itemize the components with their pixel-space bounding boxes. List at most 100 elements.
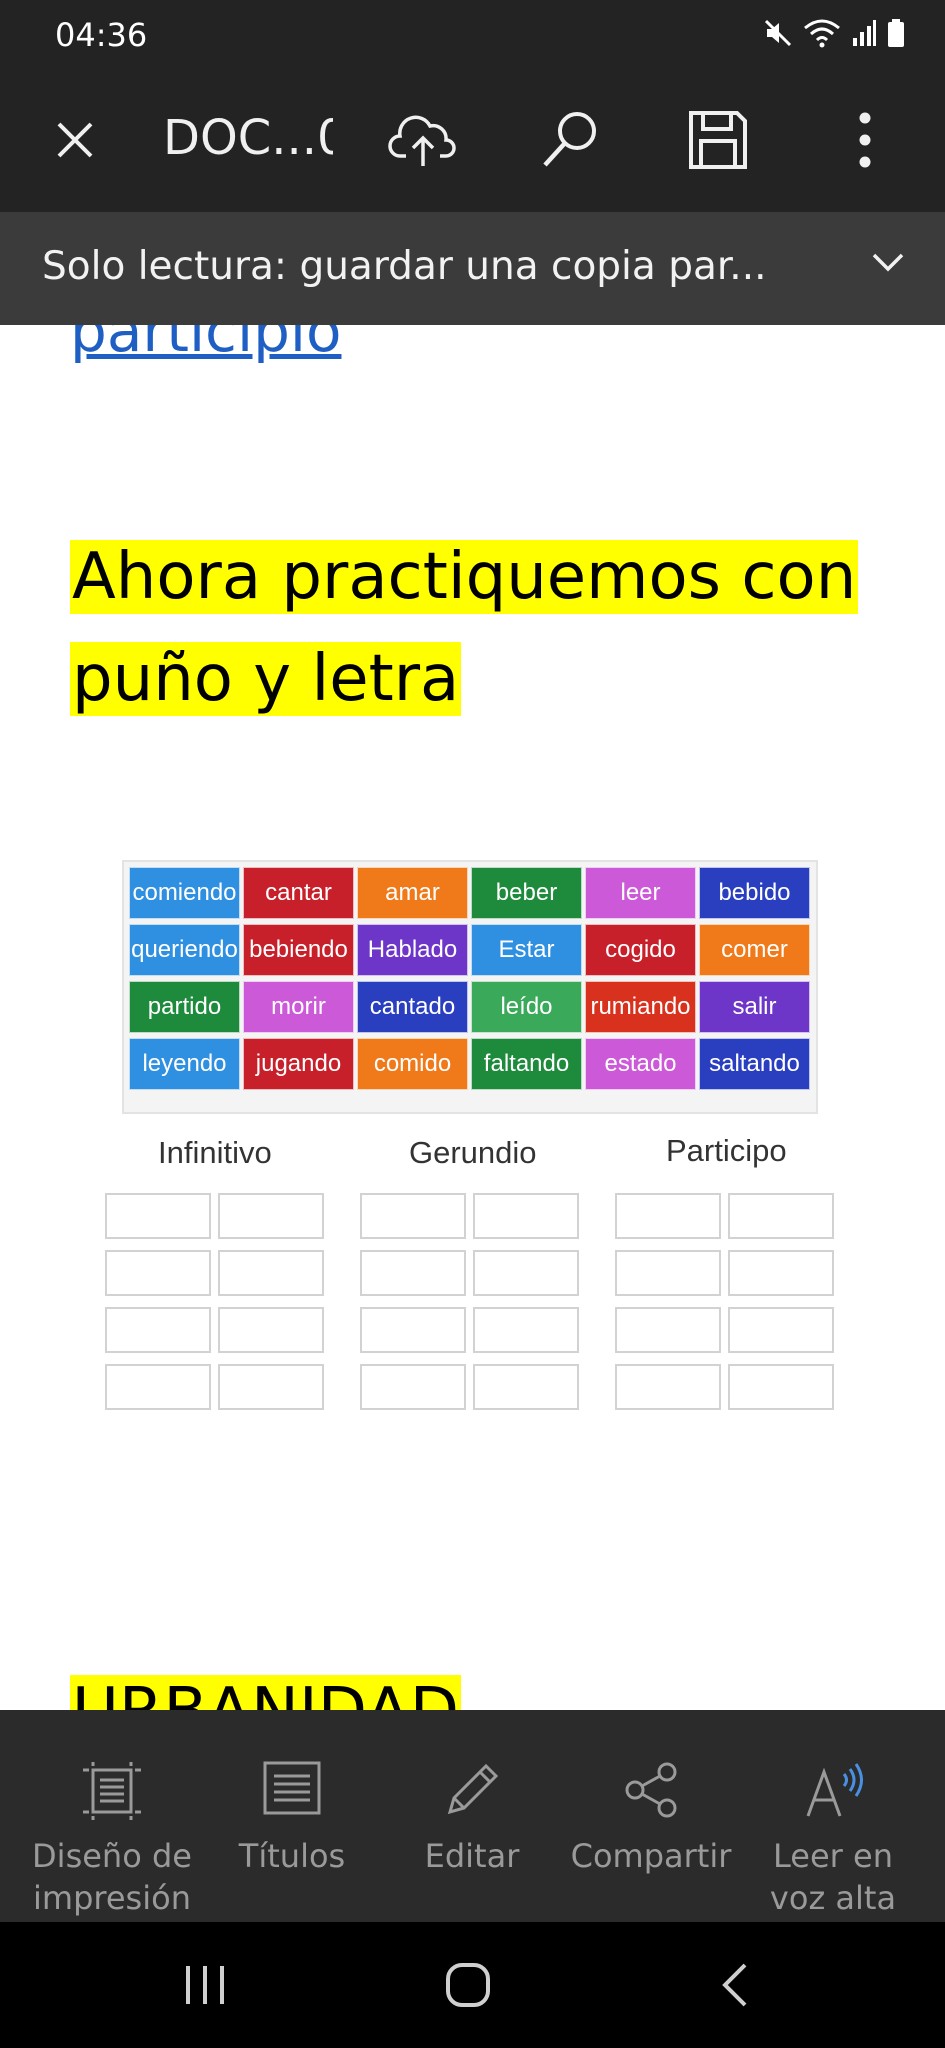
- heading-line-1: Ahora practiquemos con: [70, 540, 859, 614]
- read-only-banner[interactable]: Solo lectura: guardar una copia par...: [0, 212, 945, 325]
- document-title[interactable]: DOC...02: [163, 110, 333, 166]
- word-tile: Hablado: [357, 924, 468, 976]
- answer-box: [473, 1250, 579, 1296]
- word-tile: beber: [471, 867, 582, 919]
- word-tile: cantado: [357, 981, 468, 1033]
- system-navigation-bar: [0, 1922, 945, 2048]
- more-options-button[interactable]: [840, 105, 890, 175]
- home-button[interactable]: [443, 1960, 493, 2014]
- share-button[interactable]: Compartir: [561, 1710, 741, 1922]
- answer-box: [218, 1307, 324, 1353]
- banner-expand-button[interactable]: [871, 252, 905, 276]
- word-tile: estado: [585, 1038, 696, 1090]
- answer-box: [473, 1307, 579, 1353]
- chevron-down-icon: [872, 253, 904, 272]
- answer-box: [218, 1250, 324, 1296]
- column-header-infinitivo: Infinitivo: [158, 1135, 272, 1170]
- answer-box: [360, 1250, 466, 1296]
- home-icon: [446, 1963, 490, 2007]
- close-icon: [57, 122, 93, 158]
- edit-label: Editar: [424, 1837, 520, 1875]
- back-button[interactable]: [715, 1960, 755, 2014]
- app-toolbar: DOC...02: [0, 70, 945, 212]
- word-tile: jugando: [243, 1038, 354, 1090]
- word-tile: comer: [699, 924, 810, 976]
- word-tile: comiendo: [129, 867, 240, 919]
- word-tile: bebiendo: [243, 924, 354, 976]
- save-button[interactable]: [680, 105, 755, 175]
- answer-box: [615, 1250, 721, 1296]
- signal-icon: [853, 20, 876, 46]
- recents-button[interactable]: [180, 1960, 230, 2014]
- answer-box: [615, 1364, 721, 1410]
- document-canvas[interactable]: participio Ahora practiquemos con puño y…: [0, 325, 945, 1710]
- word-tile: salir: [699, 981, 810, 1033]
- word-tile: faltando: [471, 1038, 582, 1090]
- answer-box: [105, 1307, 211, 1353]
- word-tile: leer: [585, 867, 696, 919]
- word-tile: leído: [471, 981, 582, 1033]
- column-header-gerundio: Gerundio: [409, 1135, 537, 1170]
- more-vertical-icon: [859, 112, 871, 168]
- upload-button[interactable]: [385, 105, 460, 175]
- word-tile: morir: [243, 981, 354, 1033]
- answer-box: [728, 1364, 834, 1410]
- column-header-participo: Participo: [666, 1133, 787, 1168]
- answer-box: [728, 1307, 834, 1353]
- word-tile: leyendo: [129, 1038, 240, 1090]
- wifi-icon: [804, 19, 840, 48]
- heading-line-2: puño y letra: [70, 642, 462, 716]
- banner-text: Solo lectura: guardar una copia par...: [42, 244, 767, 289]
- status-icons: [763, 18, 905, 48]
- answer-box: [105, 1193, 211, 1239]
- answer-box: [218, 1193, 324, 1239]
- mute-icon: [764, 19, 792, 47]
- answer-box: [105, 1250, 211, 1296]
- word-tile: saltando: [699, 1038, 810, 1090]
- answer-box: [105, 1364, 211, 1410]
- print-layout-label: Diseño de impresión: [32, 1837, 192, 1917]
- print-layout-icon: [83, 1762, 141, 1820]
- answer-box: [360, 1307, 466, 1353]
- word-tile: comido: [357, 1038, 468, 1090]
- share-label: Compartir: [570, 1837, 732, 1875]
- answer-box: [728, 1193, 834, 1239]
- status-bar: 04:36: [0, 0, 945, 70]
- word-tile: Estar: [471, 924, 582, 976]
- read-aloud-label: Leer en voz alta: [769, 1837, 897, 1917]
- answer-box: [473, 1364, 579, 1410]
- share-icon: [625, 1762, 677, 1818]
- urbanidad-heading: URBANIDAD: [70, 1675, 461, 1710]
- headings-label: Títulos: [238, 1837, 346, 1875]
- answer-box: [218, 1364, 324, 1410]
- headings-icon: [263, 1761, 321, 1815]
- bottom-app-bar: Diseño de impresión Títulos Editar Compa…: [0, 1710, 945, 1922]
- recents-icon: [186, 1966, 224, 2004]
- answer-box: [728, 1250, 834, 1296]
- participio-link[interactable]: participio: [70, 325, 341, 365]
- battery-icon: [888, 19, 904, 47]
- read-aloud-button[interactable]: Leer en voz alta: [743, 1710, 923, 1922]
- word-tile: cantar: [243, 867, 354, 919]
- answer-box: [615, 1193, 721, 1239]
- word-tile: amar: [357, 867, 468, 919]
- search-button[interactable]: [535, 105, 605, 175]
- word-tile: bebido: [699, 867, 810, 919]
- status-time: 04:36: [55, 16, 148, 54]
- word-tile: cogido: [585, 924, 696, 976]
- cloud-upload-icon: [387, 115, 456, 166]
- word-tile: partido: [129, 981, 240, 1033]
- save-icon: [688, 111, 747, 169]
- headings-button[interactable]: Títulos: [202, 1710, 382, 1922]
- pencil-icon: [447, 1763, 499, 1815]
- word-tile: rumiando: [585, 981, 696, 1033]
- print-layout-button[interactable]: Diseño de impresión: [22, 1710, 202, 1922]
- word-tiles-image: comiendo cantar amar beber leer bebido querien…: [122, 860, 818, 1114]
- answer-box: [360, 1193, 466, 1239]
- word-tile: queriendo: [129, 924, 240, 976]
- edit-button[interactable]: Editar: [382, 1710, 562, 1922]
- answer-box: [615, 1307, 721, 1353]
- read-aloud-icon: [806, 1763, 863, 1817]
- close-button[interactable]: [40, 105, 110, 175]
- answer-box: [473, 1193, 579, 1239]
